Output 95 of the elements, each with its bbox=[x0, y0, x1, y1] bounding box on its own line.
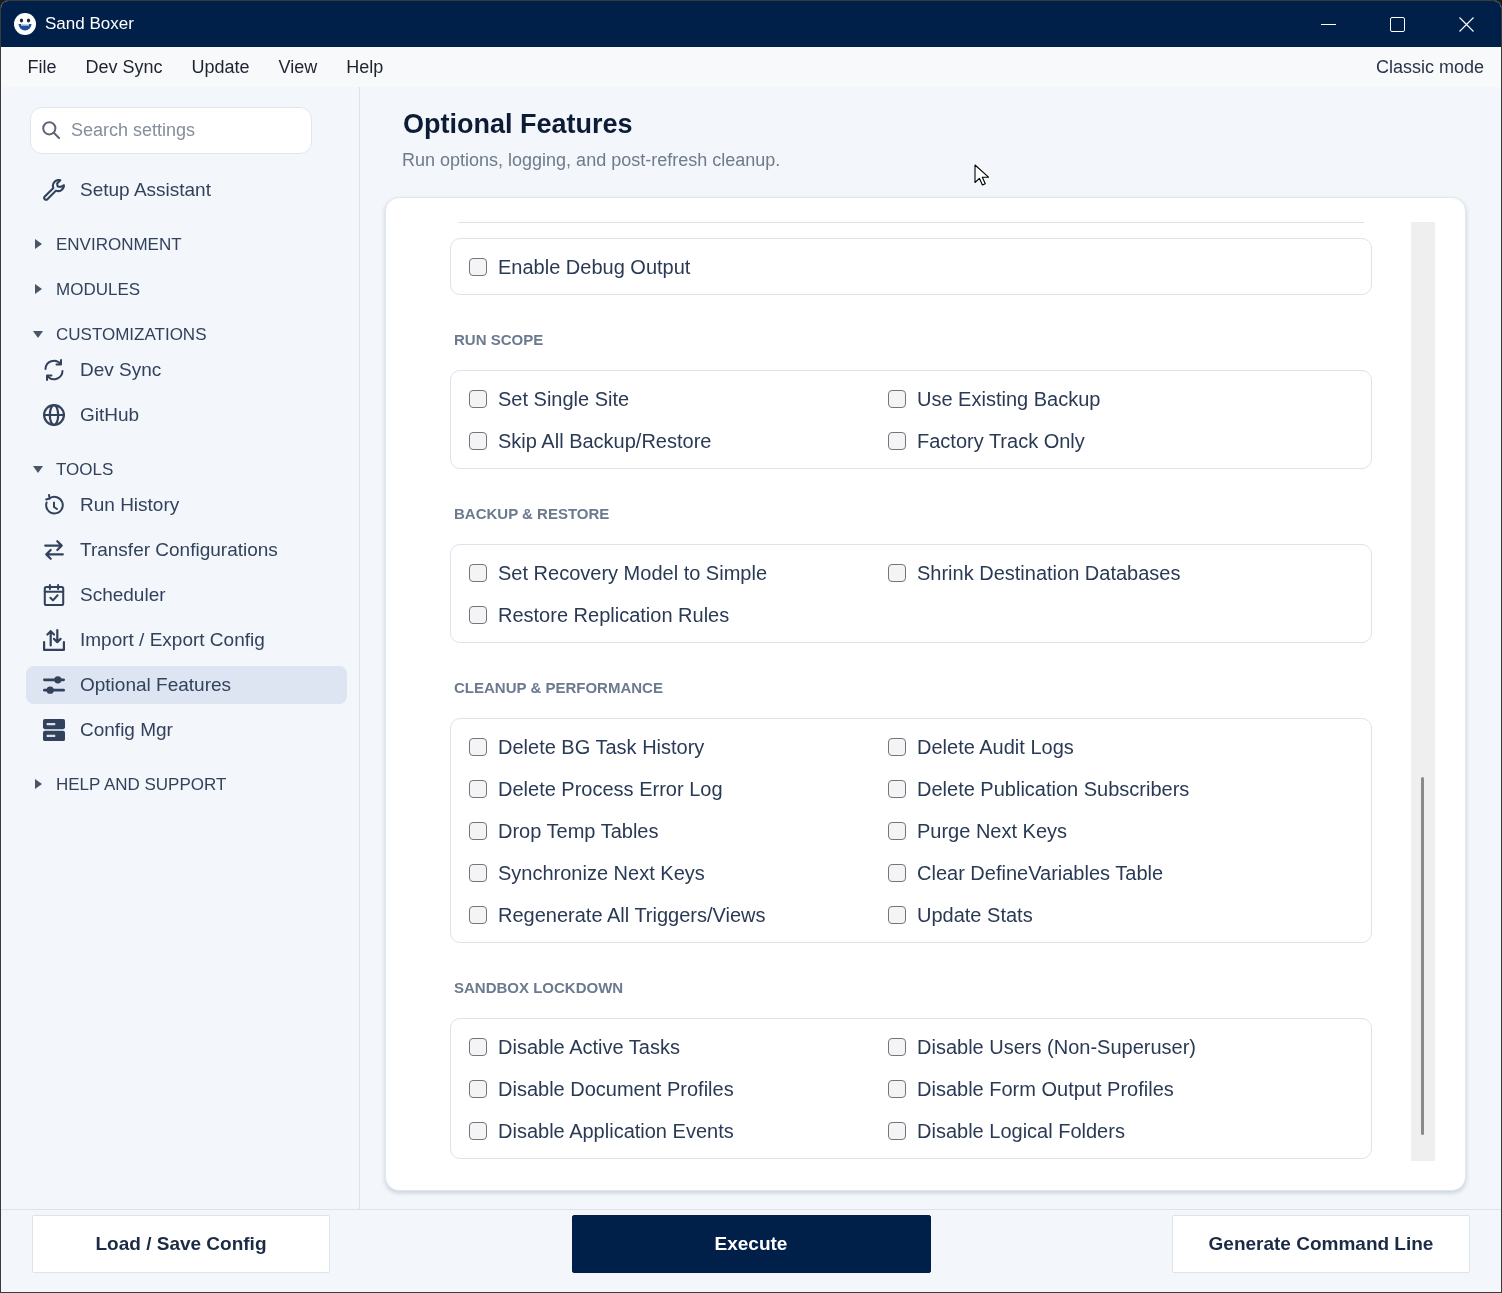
checkbox[interactable] bbox=[888, 1122, 906, 1140]
checkbox[interactable] bbox=[469, 738, 487, 756]
checkbox[interactable] bbox=[469, 606, 487, 624]
checkbox-label[interactable]: Enable Debug Output bbox=[498, 252, 691, 282]
group-heading: CLEANUP & PERFORMANCE bbox=[454, 678, 664, 698]
checkbox[interactable] bbox=[469, 780, 487, 798]
scrollbar-thumb[interactable] bbox=[1421, 777, 1424, 1135]
globe-icon bbox=[43, 404, 65, 426]
checkbox-label[interactable]: Regenerate All Triggers/Views bbox=[498, 900, 766, 930]
checkbox-label[interactable]: Disable Users (Non-Superuser) bbox=[917, 1032, 1196, 1062]
page-subtitle: Run options, logging, and post-refresh cleanup. bbox=[402, 149, 782, 172]
checkbox[interactable] bbox=[469, 822, 487, 840]
checkbox-label[interactable]: Disable Form Output Profiles bbox=[917, 1074, 1174, 1104]
sidebar-item[interactable]: Setup Assistant bbox=[26, 171, 347, 209]
checkbox[interactable] bbox=[888, 822, 906, 840]
checkbox-label[interactable]: Disable Application Events bbox=[498, 1116, 734, 1146]
checkbox[interactable] bbox=[469, 1080, 487, 1098]
sync-icon bbox=[43, 359, 65, 381]
checkbox[interactable] bbox=[469, 432, 487, 450]
checkbox[interactable] bbox=[888, 906, 906, 924]
history-icon bbox=[43, 494, 65, 516]
sidebar-item[interactable]: Dev Sync bbox=[26, 351, 347, 389]
checkbox-label[interactable]: Drop Temp Tables bbox=[498, 816, 659, 846]
menu-item[interactable]: View bbox=[264, 54, 332, 80]
checkbox-label[interactable]: Skip All Backup/Restore bbox=[498, 426, 712, 456]
calendar-check-icon bbox=[43, 584, 65, 606]
page-title: Optional Features bbox=[403, 108, 634, 141]
checkbox[interactable] bbox=[469, 906, 487, 924]
footer-button[interactable]: Load / Save Config bbox=[32, 1215, 330, 1273]
checkbox[interactable] bbox=[469, 258, 487, 276]
checkbox-label[interactable]: Delete Audit Logs bbox=[917, 732, 1074, 762]
menu-item[interactable]: Update bbox=[177, 54, 265, 80]
mode-switch-link[interactable]: Classic mode bbox=[1375, 54, 1484, 80]
menu-item[interactable]: File bbox=[13, 54, 71, 80]
section-header[interactable]: CUSTOMIZATIONS bbox=[26, 302, 347, 348]
tray-arrows-icon bbox=[43, 629, 65, 651]
checkbox-label[interactable]: Set Recovery Model to Simple bbox=[498, 558, 767, 588]
checkbox-label[interactable]: Purge Next Keys bbox=[917, 816, 1068, 846]
checkbox-label[interactable]: Delete Process Error Log bbox=[498, 774, 723, 804]
sidebar-item[interactable]: GitHub bbox=[26, 396, 347, 434]
section-header[interactable]: TOOLS bbox=[26, 437, 347, 483]
checkbox-label[interactable]: Clear DefineVariables Table bbox=[917, 858, 1164, 888]
footer-button[interactable]: Generate Command Line bbox=[1172, 1215, 1470, 1273]
checkbox-label[interactable]: Disable Logical Folders bbox=[917, 1116, 1125, 1146]
close-icon bbox=[1459, 16, 1474, 32]
checkbox[interactable] bbox=[888, 738, 906, 756]
checkbox[interactable] bbox=[469, 1038, 487, 1056]
checkbox[interactable] bbox=[469, 864, 487, 882]
section-header[interactable]: ENVIRONMENT bbox=[26, 212, 347, 258]
checkbox[interactable] bbox=[888, 1038, 906, 1056]
server-icon bbox=[43, 719, 65, 741]
sidebar-item[interactable]: Run History bbox=[26, 486, 347, 524]
checkbox[interactable] bbox=[888, 780, 906, 798]
checkbox-label[interactable]: Disable Document Profiles bbox=[498, 1074, 734, 1104]
menu-item[interactable]: Help bbox=[331, 54, 398, 80]
checkbox-label[interactable]: Shrink Destination Databases bbox=[917, 558, 1181, 588]
checkbox-label[interactable]: Use Existing Backup bbox=[917, 384, 1101, 414]
checkbox-label[interactable]: Restore Replication Rules bbox=[498, 600, 730, 630]
sidebar-item[interactable]: Transfer Configurations bbox=[26, 531, 347, 569]
checkbox[interactable] bbox=[888, 1080, 906, 1098]
checkbox-label[interactable]: Delete Publication Subscribers bbox=[917, 774, 1190, 804]
group-heading: BACKUP & RESTORE bbox=[454, 504, 611, 524]
checkbox[interactable] bbox=[888, 564, 906, 582]
search-field[interactable]: Search settings bbox=[30, 107, 312, 154]
checkbox-label[interactable]: Synchronize Next Keys bbox=[498, 858, 705, 888]
checkbox[interactable] bbox=[469, 1122, 487, 1140]
group-heading: RUN SCOPE bbox=[454, 330, 545, 350]
checkbox[interactable] bbox=[888, 390, 906, 408]
sliders-icon bbox=[43, 674, 65, 696]
app-logo-icon bbox=[14, 13, 36, 35]
menu-item[interactable]: Dev Sync bbox=[71, 54, 178, 80]
footer-button[interactable]: Execute bbox=[571, 1215, 931, 1273]
minimize-icon bbox=[1321, 23, 1336, 25]
maximize-icon bbox=[1390, 16, 1405, 32]
checkbox[interactable] bbox=[888, 432, 906, 450]
sidebar-item[interactable]: Optional Features bbox=[26, 666, 347, 704]
group-heading: SANDBOX LOCKDOWN bbox=[454, 978, 625, 998]
sidebar-item[interactable]: Config Mgr bbox=[26, 711, 347, 749]
wrench-icon bbox=[43, 179, 65, 201]
search-icon bbox=[42, 121, 60, 139]
window-title: Sand Boxer bbox=[45, 13, 134, 36]
checkbox-label[interactable]: Factory Track Only bbox=[917, 426, 1085, 456]
checkbox[interactable] bbox=[888, 864, 906, 882]
checkbox[interactable] bbox=[469, 564, 487, 582]
checkbox[interactable] bbox=[469, 390, 487, 408]
swap-arrows-icon bbox=[43, 539, 65, 561]
mouse-pointer-icon bbox=[974, 164, 989, 186]
section-header[interactable]: MODULES bbox=[26, 257, 347, 303]
checkbox-label[interactable]: Update Stats bbox=[917, 900, 1033, 930]
sidebar-item[interactable]: Import / Export Config bbox=[26, 621, 347, 659]
checkbox-label[interactable]: Disable Active Tasks bbox=[498, 1032, 680, 1062]
sidebar-item[interactable]: Scheduler bbox=[26, 576, 347, 614]
section-header[interactable]: HELP AND SUPPORT bbox=[26, 752, 347, 798]
checkbox-label[interactable]: Delete BG Task History bbox=[498, 732, 705, 762]
checkbox-label[interactable]: Set Single Site bbox=[498, 384, 630, 414]
